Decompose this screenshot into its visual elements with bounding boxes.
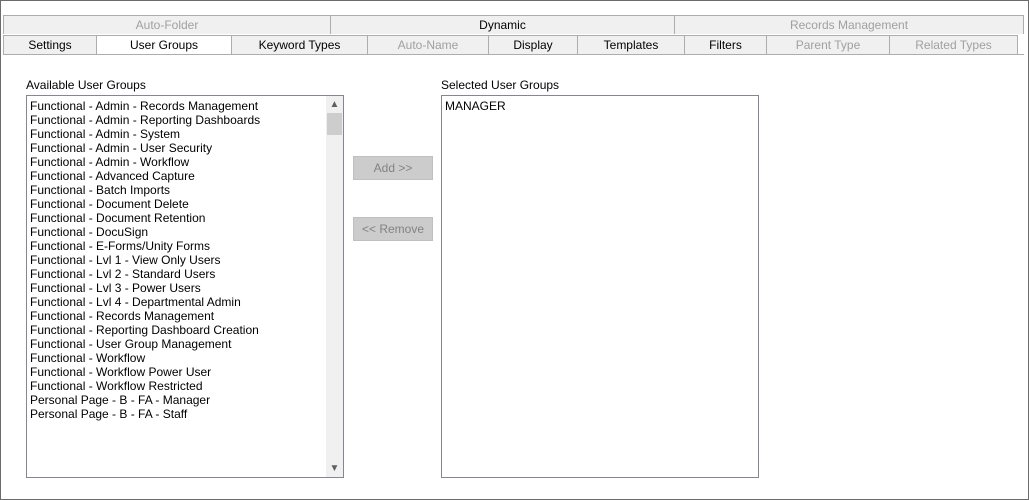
tab-templates[interactable]: Templates: [577, 35, 685, 54]
window-frame: Auto-Folder Dynamic Records Management S…: [0, 0, 1029, 500]
add-button[interactable]: Add >>: [353, 156, 433, 180]
list-item[interactable]: Functional - Document Delete: [27, 197, 343, 211]
tab-row-front: Settings User Groups Keyword Types Auto-…: [3, 35, 1018, 54]
tab-dynamic[interactable]: Dynamic: [330, 15, 675, 34]
list-item[interactable]: MANAGER: [442, 99, 758, 113]
list-item[interactable]: Functional - Admin - User Security: [27, 141, 343, 155]
list-item[interactable]: Functional - Document Retention: [27, 211, 343, 225]
tab-auto-name[interactable]: Auto-Name: [367, 35, 489, 54]
list-item[interactable]: Functional - DocuSign: [27, 225, 343, 239]
remove-button[interactable]: << Remove: [353, 217, 433, 241]
scroll-down-icon[interactable]: ▼: [326, 460, 343, 477]
selected-groups-label: Selected User Groups: [441, 78, 560, 92]
tab-row-back: Auto-Folder Dynamic Records Management: [3, 15, 1024, 34]
list-item[interactable]: Functional - Admin - Records Management: [27, 99, 343, 113]
list-item[interactable]: Personal Page - B - FA - Staff: [27, 407, 343, 421]
list-item[interactable]: Functional - Admin - System: [27, 127, 343, 141]
list-item[interactable]: Personal Page - B - FA - Manager: [27, 393, 343, 407]
list-item[interactable]: Functional - Lvl 2 - Standard Users: [27, 267, 343, 281]
list-item[interactable]: Functional - Records Management: [27, 309, 343, 323]
list-item[interactable]: Functional - Workflow: [27, 351, 343, 365]
tab-keyword-types[interactable]: Keyword Types: [231, 35, 368, 54]
tab-related-types[interactable]: Related Types: [889, 35, 1018, 54]
list-item[interactable]: Functional - E-Forms/Unity Forms: [27, 239, 343, 253]
available-groups-list[interactable]: Functional - Admin - Records Management F…: [26, 95, 344, 478]
list-item[interactable]: Functional - Admin - Reporting Dashboard…: [27, 113, 343, 127]
tab-settings[interactable]: Settings: [3, 35, 97, 54]
list-item[interactable]: Functional - Lvl 3 - Power Users: [27, 281, 343, 295]
tab-parent-type[interactable]: Parent Type: [766, 35, 890, 54]
list-item[interactable]: Functional - Advanced Capture: [27, 169, 343, 183]
scroll-thumb[interactable]: [327, 113, 342, 135]
scroll-up-icon[interactable]: ▲: [326, 96, 343, 113]
available-groups-label: Available User Groups: [26, 78, 146, 92]
list-item[interactable]: Functional - Workflow Restricted: [27, 379, 343, 393]
tab-display[interactable]: Display: [488, 35, 578, 54]
tab-filters[interactable]: Filters: [684, 35, 767, 54]
list-item[interactable]: Functional - Lvl 4 - Departmental Admin: [27, 295, 343, 309]
selected-groups-list[interactable]: MANAGER: [441, 95, 759, 478]
tab-user-groups[interactable]: User Groups: [96, 35, 232, 54]
available-list-scrollbar[interactable]: ▲ ▼: [326, 96, 343, 477]
list-item[interactable]: Functional - Lvl 1 - View Only Users: [27, 253, 343, 267]
list-item[interactable]: Functional - Workflow Power User: [27, 365, 343, 379]
user-groups-pane: Available User Groups Functional - Admin…: [3, 54, 1024, 496]
list-item[interactable]: Functional - Batch Imports: [27, 183, 343, 197]
tab-auto-folder[interactable]: Auto-Folder: [3, 15, 331, 34]
list-item[interactable]: Functional - Reporting Dashboard Creatio…: [27, 323, 343, 337]
list-item[interactable]: Functional - Admin - Workflow: [27, 155, 343, 169]
list-item[interactable]: Functional - User Group Management: [27, 337, 343, 351]
tab-records-management[interactable]: Records Management: [674, 15, 1024, 34]
